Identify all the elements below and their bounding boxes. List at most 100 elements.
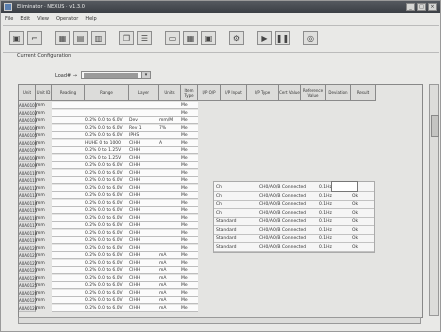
table-cell[interactable] xyxy=(52,147,85,154)
table-cell[interactable]: mm xyxy=(36,290,52,297)
table-cell[interactable]: Me xyxy=(181,192,198,199)
table-cell[interactable]: mm xyxy=(36,125,52,132)
table-cell[interactable]: mA xyxy=(159,259,181,267)
table-cell[interactable] xyxy=(159,162,181,169)
table-cell[interactable]: Me xyxy=(181,117,198,124)
row-header[interactable]: A0A0113 xyxy=(19,192,37,199)
settings-icon[interactable]: ⚙ xyxy=(229,31,244,45)
table-cell[interactable]: mA xyxy=(159,274,181,282)
table-cell[interactable] xyxy=(52,162,85,169)
table-cell[interactable]: 0.2% 0.0 to 6.0V xyxy=(85,169,129,177)
table-cell[interactable] xyxy=(159,102,181,109)
table-cell[interactable] xyxy=(159,184,181,192)
table-cell[interactable]: mA xyxy=(159,282,181,289)
table-cell[interactable]: 0.2% 0.0 to 6.0V xyxy=(85,267,129,274)
menu-operator[interactable]: Operator xyxy=(56,16,78,22)
table-cell[interactable]: CIHH xyxy=(129,177,159,184)
table-cell[interactable]: 0.2% 0.0 to 6.0V xyxy=(85,237,129,244)
table-cell[interactable]: Dev xyxy=(129,117,159,124)
row-header[interactable]: A0A0109 xyxy=(19,162,37,169)
table-cell[interactable]: Me xyxy=(181,214,198,222)
table-cell[interactable]: Me xyxy=(181,162,198,169)
table-cell[interactable] xyxy=(159,199,181,207)
panel-row[interactable]: Standard CH0/A0/B Connected 0.1Hz Ok xyxy=(214,244,374,252)
table-cell[interactable]: mm xyxy=(36,102,52,109)
table-cell[interactable]: Me xyxy=(181,222,198,229)
table-cell[interactable] xyxy=(159,177,181,184)
table-cell[interactable]: Me xyxy=(181,267,198,274)
window-icon[interactable]: ▭ xyxy=(165,31,180,45)
table-cell[interactable] xyxy=(52,207,85,214)
table-cell[interactable]: mA xyxy=(159,304,181,312)
close-button[interactable]: × xyxy=(428,3,437,11)
table-cell[interactable]: CIHH xyxy=(129,274,159,282)
col-header-cert[interactable]: Cert Value xyxy=(279,85,301,101)
table-cell[interactable] xyxy=(52,177,85,184)
table-cell[interactable]: Me xyxy=(181,229,198,237)
minimize-button[interactable]: _ xyxy=(406,3,415,11)
table-cell[interactable]: 0.2% 0.0 to 6.0V xyxy=(85,184,129,192)
table-cell[interactable] xyxy=(52,192,85,199)
table-cell[interactable]: CIHH xyxy=(129,162,159,169)
table-cell[interactable] xyxy=(85,109,129,117)
table-cell[interactable]: 0.2% 0.0 to 6.0V xyxy=(85,282,129,289)
table-cell[interactable] xyxy=(159,214,181,222)
table-cell[interactable] xyxy=(159,147,181,154)
table-cell[interactable]: mA xyxy=(159,252,181,259)
table-cell[interactable]: 0.2% 0.0 to 6.0V xyxy=(85,192,129,199)
row-header[interactable]: A0A0123 xyxy=(19,267,37,274)
col-header-result[interactable]: Result xyxy=(351,85,376,101)
table-cell[interactable] xyxy=(52,297,85,304)
table-cell[interactable]: mm xyxy=(36,155,52,162)
copy-icon[interactable]: ❐ xyxy=(119,31,134,45)
table-cell[interactable]: CIHH xyxy=(129,139,159,147)
table-cell[interactable]: 0.2% 0.0 to 6.0V xyxy=(85,229,129,237)
table-cell[interactable]: CIHH xyxy=(129,289,159,297)
row-header[interactable]: A0A0115 xyxy=(19,207,37,214)
row-header[interactable]: A0A0119 xyxy=(19,237,37,244)
chevron-down-icon[interactable]: ▾ xyxy=(141,72,150,78)
col-header-item-type[interactable]: Item Type xyxy=(181,85,198,101)
col-header-ip-input[interactable]: I/P Input xyxy=(221,85,247,101)
table-cell[interactable]: 0.2% 0.0 to 6.0V xyxy=(85,162,129,169)
table-cell[interactable] xyxy=(159,244,181,252)
table-cell[interactable] xyxy=(52,289,85,297)
table-cell[interactable] xyxy=(159,132,181,139)
table-cell[interactable] xyxy=(129,109,159,117)
col-header-reading[interactable]: Reading xyxy=(52,85,85,101)
table-cell[interactable]: Me xyxy=(181,132,198,139)
connect-icon[interactable]: ⌐ xyxy=(27,31,42,45)
table-cell[interactable]: mA xyxy=(159,289,181,297)
table-cell[interactable]: A xyxy=(159,139,181,147)
table-cell[interactable]: 0.2% 0.0 to 6.0V xyxy=(85,199,129,207)
table-cell[interactable]: mm xyxy=(36,275,52,282)
table-cell[interactable]: CIHH xyxy=(129,267,159,274)
table-cell[interactable]: 0.2% 0.0 to 6.0V xyxy=(85,244,129,252)
row-header[interactable]: A0A0112 xyxy=(19,184,37,192)
col-header-layer[interactable]: Layer xyxy=(129,85,159,101)
table-cell[interactable]: Rev 1 xyxy=(129,124,159,132)
table-cell[interactable] xyxy=(52,282,85,289)
table-cell[interactable]: CIHH xyxy=(129,147,159,154)
row-header[interactable]: A0A0114 xyxy=(19,199,37,207)
table-cell[interactable] xyxy=(52,244,85,252)
table-cell[interactable]: Me xyxy=(181,169,198,177)
table-cell[interactable]: mm xyxy=(36,177,52,184)
table-cell[interactable]: CIHH xyxy=(129,244,159,252)
play-icon[interactable]: ▶ xyxy=(257,31,272,45)
table-cell[interactable]: HUHE 0 to 1000 xyxy=(85,139,129,147)
table-cell[interactable]: Me xyxy=(181,102,198,109)
menu-edit[interactable]: Edit xyxy=(20,16,30,22)
col-header-io[interactable]: I/P O/P xyxy=(198,85,221,101)
table-cell[interactable]: Me xyxy=(181,259,198,267)
table-cell[interactable]: Me xyxy=(181,139,198,147)
table-cell[interactable]: mm xyxy=(36,192,52,199)
row-header[interactable]: A0A0117 xyxy=(19,222,37,229)
table-cell[interactable]: Me xyxy=(181,274,198,282)
col-header-deviation[interactable]: Deviation xyxy=(326,85,351,101)
table-cell[interactable] xyxy=(159,169,181,177)
inline-editor[interactable] xyxy=(331,181,358,192)
table-cell[interactable]: mm xyxy=(36,147,52,154)
list-icon[interactable]: ☰ xyxy=(137,31,152,45)
table-cell[interactable]: CIHH xyxy=(129,207,159,214)
